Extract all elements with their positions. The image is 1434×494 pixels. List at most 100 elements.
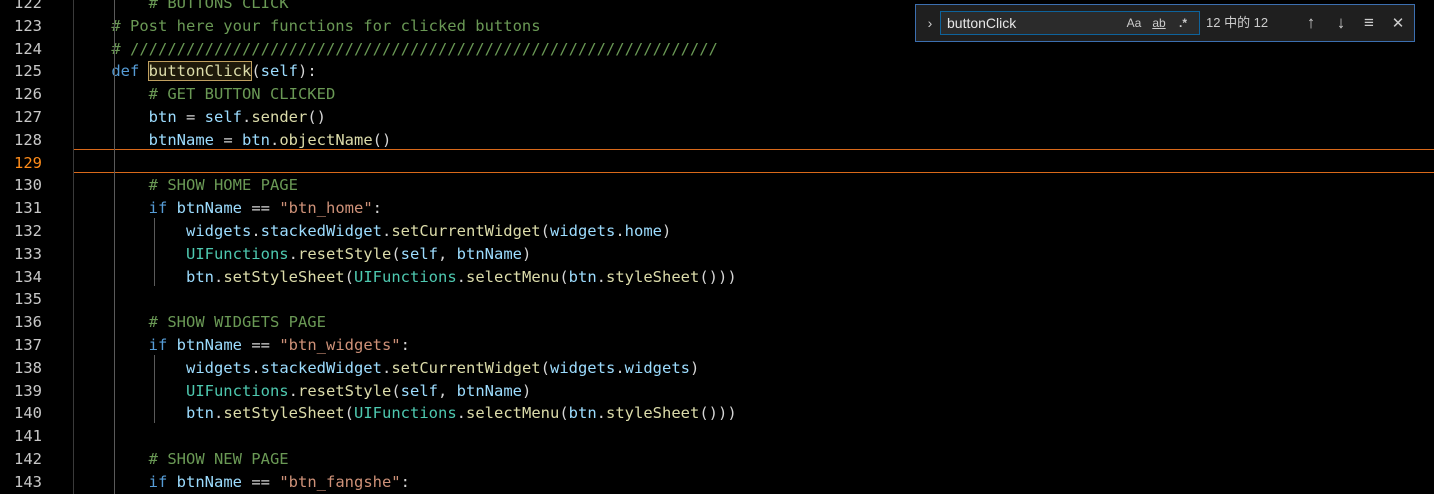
line-number: 138 [14,358,42,377]
code-token: btn [185,404,214,423]
line-number: 132 [14,222,42,240]
line-code[interactable]: if btnName == "btn_widgets": [74,334,410,357]
code-token: widgets [624,358,690,377]
find-in-selection-icon[interactable]: ≡ [1357,11,1381,35]
code-token: . [251,222,261,240]
code-token: () [372,130,392,149]
code-token: . [456,404,466,423]
code-token: . [288,244,298,263]
code-line[interactable]: 133 UIFunctions.resetStyle(self, btnName… [0,243,1434,266]
code-token: widgets [185,358,252,377]
line-code[interactable]: UIFunctions.resetStyle(self, btnName) [74,380,531,403]
code-token: styleSheet [606,404,700,423]
line-number: 124 [14,39,42,58]
line-code[interactable]: btn.setStyleSheet(UIFunctions.selectMenu… [74,402,737,425]
result-count: 12 中的 12 [1206,15,1269,30]
code-line[interactable]: 125 def buttonClick(self): [0,60,1434,83]
code-token: ( [344,267,354,286]
line-number: 143 [14,472,42,491]
code-token: buttonClick [147,61,253,82]
line-code[interactable]: if btnName == "btn_fangshe": [74,471,410,494]
line-number: 140 [14,404,42,423]
code-token: ) [521,244,532,263]
code-token: == [242,336,280,354]
code-token: . [615,358,625,377]
line-number: 131 [14,199,42,218]
code-token: ( [559,267,569,286]
previous-match-icon[interactable]: ↑ [1299,11,1323,35]
code-line[interactable]: 138 widgets.stackedWidget.setCurrentWidg… [0,357,1434,380]
code-line[interactable]: 134 btn.setStyleSheet(UIFunctions.select… [0,266,1434,289]
line-code[interactable]: # Post here your functions for clicked b… [74,15,540,38]
line-number: 122 [14,0,42,12]
code-token: UIFunctions [354,404,457,423]
line-code[interactable]: def buttonClick(self): [74,60,317,83]
line-code[interactable]: widgets.stackedWidget.setCurrentWidget(w… [74,357,699,380]
code-line[interactable]: 132 widgets.stackedWidget.setCurrentWidg… [0,220,1434,243]
code-token: # SHOW WIDGETS PAGE [74,313,326,332]
code-token: btnName [176,336,242,354]
code-line[interactable]: 142 # SHOW NEW PAGE [0,448,1434,471]
find-widget: › buttonClick Aa ab .* 12 中的 12 ↑ ↓ ≡ ✕ [915,4,1415,42]
line-code[interactable]: btn = self.sender() [74,106,326,129]
code-line[interactable]: 139 UIFunctions.resetStyle(self, btnName… [0,380,1434,403]
line-code[interactable]: # //////////////////////////////////////… [74,38,718,61]
whole-word-icon[interactable]: ab [1148,13,1170,33]
code-token: # //////////////////////////////////////… [74,39,718,58]
code-token: . [213,267,224,286]
line-code[interactable]: UIFunctions.resetStyle(self, btnName) [74,243,531,266]
code-token: . [269,130,280,149]
code-token: "btn_home" [279,199,373,218]
code-token: self [204,108,242,126]
close-icon[interactable]: ✕ [1386,11,1410,35]
code-token: "btn_fangshe" [279,472,401,491]
line-code[interactable]: # SHOW WIDGETS PAGE [74,311,326,334]
code-line[interactable]: 126 # GET BUTTON CLICKED [0,83,1434,106]
code-line[interactable]: 140 btn.setStyleSheet(UIFunctions.select… [0,402,1434,425]
line-code[interactable]: # SHOW NEW PAGE [74,448,289,471]
code-line[interactable]: 137 if btnName == "btn_widgets": [0,334,1434,357]
code-token: self [400,244,438,263]
line-number: 137 [14,336,42,354]
line-code[interactable]: if btnName == "btn_home": [74,197,382,220]
line-code[interactable]: # SHOW HOME PAGE [74,174,298,197]
chevron-right-icon[interactable]: › [920,5,940,41]
line-code[interactable]: # BUTTONS CLICK [74,0,289,15]
code-token: objectName [279,130,373,149]
code-token: ( [391,381,401,400]
code-token: : [400,336,410,354]
code-token: == [242,199,280,218]
code-token: UIFunctions [354,267,457,286]
line-code[interactable]: btn.setStyleSheet(UIFunctions.selectMenu… [74,266,737,289]
line-code[interactable]: widgets.stackedWidget.setCurrentWidget(w… [74,220,671,243]
code-line[interactable]: 131 if btnName == "btn_home": [0,197,1434,220]
code-line[interactable]: 136 # SHOW WIDGETS PAGE [0,311,1434,334]
next-match-icon[interactable]: ↓ [1329,11,1353,35]
code-token: . [288,381,298,400]
line-number: 129 [14,153,42,172]
code-token: btn [568,267,597,286]
code-token: selectMenu [466,404,560,423]
code-token: . [213,404,224,423]
code-line[interactable]: 127 btn = self.sender() [0,106,1434,129]
code-line[interactable]: 135 [0,288,1434,311]
code-token: . [456,267,466,286]
code-token: setCurrentWidget [391,358,541,377]
match-case-icon[interactable]: Aa [1124,13,1144,33]
code-line[interactable]: 143 if btnName == "btn_fangshe": [0,471,1434,494]
code-token: "btn_widgets" [279,336,401,354]
code-token: if [148,199,168,218]
regex-icon[interactable]: .* [1174,13,1192,33]
code-line[interactable]: 130 # SHOW HOME PAGE [0,174,1434,197]
code-line[interactable]: 141 [0,425,1434,448]
code-editor[interactable]: 122 # BUTTONS CLICK 123 # Post here your … [0,0,1434,494]
